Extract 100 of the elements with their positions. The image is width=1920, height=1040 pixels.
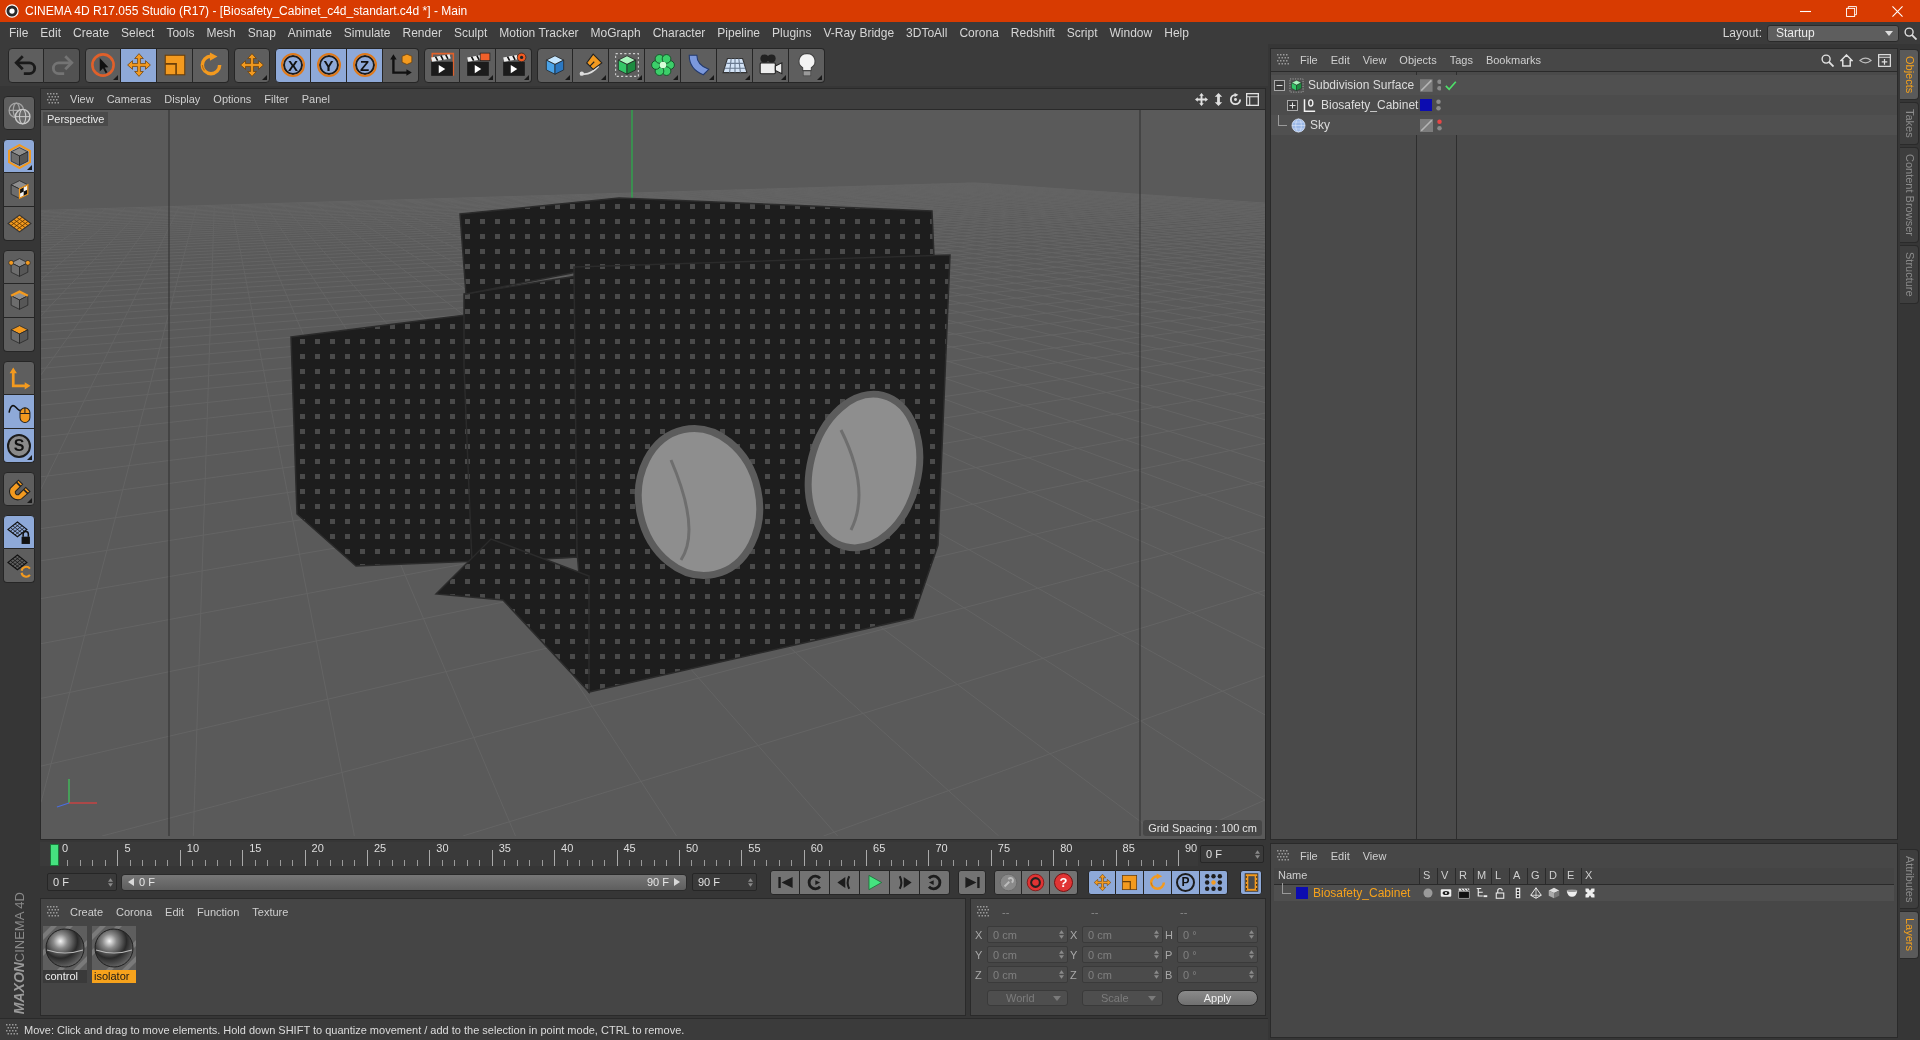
menu-item[interactable]: Display <box>159 92 209 106</box>
go-start-button[interactable] <box>770 869 800 895</box>
material-item[interactable]: control <box>43 926 87 983</box>
points-mode-button[interactable] <box>3 250 35 284</box>
go-end-button[interactable] <box>958 869 986 895</box>
make-editable-button[interactable] <box>3 96 35 130</box>
record-active-button[interactable] <box>994 869 1022 895</box>
bowl-icon[interactable] <box>1566 887 1578 899</box>
axis-lock-button[interactable]: Y <box>311 47 347 83</box>
layer-row[interactable]: Biosafety_Cabinet <box>1274 885 1894 901</box>
menu-item[interactable]: Bookmarks <box>1480 53 1549 67</box>
edges-mode-button[interactable] <box>3 284 35 318</box>
menu-item[interactable]: 3DToAll <box>900 24 954 42</box>
menu-item[interactable]: Cameras <box>101 92 160 106</box>
expand-icon[interactable] <box>1287 99 1298 111</box>
key-parameter-button[interactable]: P <box>1172 869 1200 895</box>
axis-mode-button[interactable] <box>3 361 35 395</box>
cloner-button[interactable] <box>645 47 681 83</box>
collapse-icon[interactable] <box>1274 79 1285 91</box>
autokey-button[interactable] <box>1022 869 1050 895</box>
maximize-view-icon[interactable] <box>1246 92 1259 106</box>
menu-item[interactable]: V-Ray Bridge <box>817 24 901 42</box>
menu-item[interactable]: Objects <box>1394 53 1445 67</box>
visibility-dots-icon[interactable] <box>1436 99 1441 111</box>
object-row[interactable]: Subdivision Surface <box>1271 75 1897 95</box>
snap-button[interactable] <box>3 472 35 506</box>
render-picture-button[interactable] <box>460 47 496 83</box>
layer-color-swatch-icon[interactable] <box>1296 887 1308 899</box>
menu-item[interactable]: Script <box>1060 24 1104 42</box>
slashed-square-icon[interactable] <box>1420 118 1433 132</box>
play-button[interactable] <box>860 869 890 895</box>
key-scale-button[interactable] <box>1116 869 1144 895</box>
menu-item[interactable]: Edit <box>1325 849 1358 863</box>
check-icon[interactable] <box>1445 79 1457 91</box>
render-settings-button[interactable] <box>496 47 532 83</box>
menu-item[interactable]: View <box>1357 849 1395 863</box>
material-item[interactable]: isolator <box>92 926 136 983</box>
menu-item[interactable]: Edit <box>34 24 68 42</box>
menu-item[interactable]: Pipeline <box>711 24 767 42</box>
floor-button[interactable] <box>717 47 753 83</box>
menu-item[interactable]: Corona <box>953 24 1005 42</box>
menu-item[interactable]: Create <box>67 24 116 42</box>
hierarchy-icon[interactable] <box>1476 887 1488 899</box>
side-tab[interactable]: Layers <box>1900 911 1919 959</box>
workplane-mode-button[interactable] <box>3 207 35 241</box>
zoom-view-icon[interactable] <box>1212 92 1225 106</box>
rotate-view-icon[interactable] <box>1229 92 1242 106</box>
menu-item[interactable]: Select <box>115 24 161 42</box>
pen-button[interactable] <box>573 47 609 83</box>
layout-dropdown[interactable]: Startup <box>1767 24 1899 42</box>
bend-button[interactable] <box>681 47 717 83</box>
search-icon[interactable] <box>1904 26 1917 40</box>
rotate-button[interactable] <box>193 47 229 83</box>
menu-item[interactable]: Create <box>65 905 112 919</box>
padlock-icon[interactable] <box>1494 887 1506 899</box>
key-rotation-button[interactable] <box>1144 869 1172 895</box>
model-mode-button[interactable] <box>3 139 35 173</box>
next-frame-button[interactable] <box>890 869 920 895</box>
key-point-level-button[interactable] <box>1200 869 1228 895</box>
menu-item[interactable]: Render <box>396 24 448 42</box>
menu-item[interactable]: Panel <box>296 92 338 106</box>
side-tab[interactable]: Objects <box>1900 49 1919 101</box>
scale-button[interactable] <box>157 47 193 83</box>
move-button[interactable] <box>121 47 157 83</box>
menu-item[interactable]: Options <box>208 92 260 106</box>
menu-item[interactable]: File <box>3 24 35 42</box>
solo-dot-icon[interactable] <box>1422 887 1434 899</box>
menu-item[interactable]: Tools <box>160 24 201 42</box>
new-window-icon[interactable] <box>1878 53 1891 67</box>
frame-range-slider[interactable]: 0 F 90 F <box>121 873 687 891</box>
move-view-icon[interactable] <box>1195 92 1208 106</box>
key-position-button[interactable] <box>1088 869 1116 895</box>
workplane-lock-button[interactable] <box>3 515 35 549</box>
menu-item[interactable]: Motion Tracker <box>493 24 585 42</box>
next-key-button[interactable] <box>920 869 950 895</box>
workplane-align-button[interactable] <box>3 549 35 583</box>
menu-item[interactable]: View <box>65 92 102 106</box>
menu-item[interactable]: Animate <box>281 24 338 42</box>
menu-item[interactable]: Character <box>646 24 712 42</box>
live-selection-button[interactable] <box>85 47 121 83</box>
camera-button[interactable] <box>753 47 789 83</box>
visibility-dots-icon[interactable] <box>1436 79 1442 91</box>
render-view-button[interactable] <box>424 47 460 83</box>
tweak-mode-button[interactable] <box>3 395 35 429</box>
solo-button[interactable]: S <box>3 429 35 463</box>
menu-item[interactable]: Mesh <box>200 24 242 42</box>
prev-key-button[interactable] <box>800 869 830 895</box>
timeline-button[interactable] <box>1240 869 1262 895</box>
menu-item[interactable]: Plugins <box>766 24 818 42</box>
x-block-icon[interactable] <box>1584 887 1596 899</box>
menu-item[interactable]: Function <box>192 905 248 919</box>
coordinate-system-button[interactable] <box>383 47 419 83</box>
texture-mode-button[interactable] <box>3 173 35 207</box>
light-button[interactable] <box>789 47 825 83</box>
undo-button[interactable] <box>8 47 44 83</box>
pyramid-icon[interactable] <box>1530 887 1542 899</box>
menu-item[interactable]: Texture <box>247 905 297 919</box>
end-frame-field[interactable]: 90 F <box>692 873 757 891</box>
axis-lock-button[interactable]: X <box>275 47 311 83</box>
menu-item[interactable]: Help <box>1158 24 1195 42</box>
